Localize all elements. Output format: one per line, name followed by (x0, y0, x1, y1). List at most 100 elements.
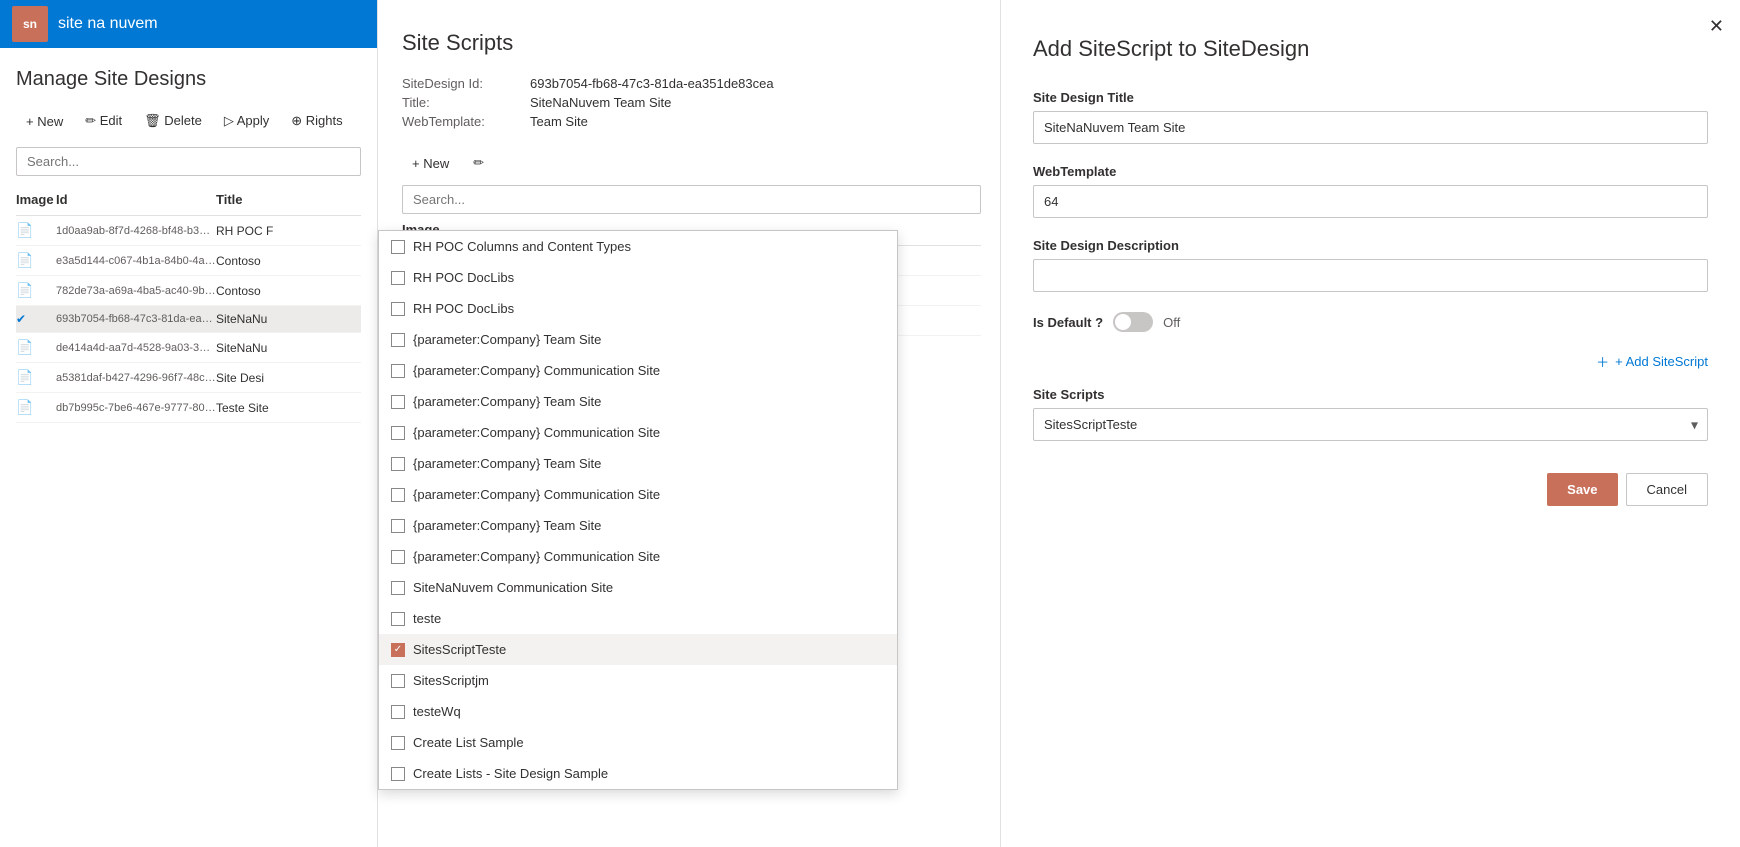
checklist-item-label: RH POC DocLibs (413, 270, 514, 285)
col-id: Id (56, 192, 216, 207)
apply-button[interactable]: ▷ Apply (214, 107, 279, 135)
checkbox (391, 519, 405, 533)
info-label-webtemplate: WebTemplate: (402, 114, 522, 129)
table-row-active[interactable]: ✔ 693b7054-fb68-47c3-81da-ea351d... Site… (16, 306, 361, 333)
info-row-id: SiteDesign Id: 693b7054-fb68-47c3-81da-e… (402, 76, 981, 91)
description-group: Site Design Description (1033, 238, 1708, 292)
checklist-item[interactable]: {parameter:Company} Communication Site (379, 541, 897, 572)
checklist-item-label: {parameter:Company} Communication Site (413, 487, 660, 502)
row-id: db7b995c-7be6-467e-9777-80138... (56, 402, 216, 414)
left-panel: sn site na nuvem Manage Site Designs + N… (0, 0, 378, 847)
row-id: e3a5d144-c067-4b1a-84b0-4a54fe... (56, 255, 216, 267)
table-row[interactable]: 📄 db7b995c-7be6-467e-9777-80138... Teste… (16, 393, 361, 423)
checklist-panel: RH POC Columns and Content Types RH POC D… (378, 230, 898, 790)
table-row[interactable]: 📄 782de73a-a69a-4ba5-ac40-9b4706... Cont… (16, 276, 361, 306)
col-title: Title (216, 192, 361, 207)
toolbar: + New ✏ Edit 🗑 Delete ▷ Apply ⊕ Rights (16, 107, 361, 135)
site-scripts-group: Site Scripts SitesScriptTeste ▾ (1033, 387, 1708, 441)
info-label-title: Title: (402, 95, 522, 110)
webtemplate-input[interactable] (1033, 185, 1708, 218)
toggle-state-label: Off (1163, 315, 1180, 330)
site-name: site na nuvem (58, 15, 158, 33)
info-value-id: 693b7054-fb68-47c3-81da-ea351de83cea (530, 76, 774, 91)
new-button[interactable]: + New (16, 108, 73, 135)
right-panel-title: Add SiteScript to SiteDesign (1033, 36, 1708, 62)
row-title: SiteNaNu (216, 341, 361, 355)
cancel-button[interactable]: Cancel (1626, 473, 1708, 506)
checklist-item[interactable]: SiteNaNuvem Communication Site (379, 572, 897, 603)
row-id: 693b7054-fb68-47c3-81da-ea351d... (56, 313, 216, 325)
checklist-item[interactable]: {parameter:Company} Team Site (379, 324, 897, 355)
webtemplate-group: WebTemplate (1033, 164, 1708, 218)
webtemplate-label: WebTemplate (1033, 164, 1708, 179)
info-value-webtemplate: Team Site (530, 114, 588, 129)
left-content: Manage Site Designs + New ✏ Edit 🗑 Delet… (0, 48, 377, 423)
checklist-item[interactable]: Create Lists - Site Design Sample (379, 758, 897, 789)
checklist-item[interactable]: {parameter:Company} Team Site (379, 448, 897, 479)
row-title: RH POC F (216, 224, 361, 238)
info-label-id: SiteDesign Id: (402, 76, 522, 91)
info-row-webtemplate: WebTemplate: Team Site (402, 114, 981, 129)
checklist-item[interactable]: {parameter:Company} Team Site (379, 386, 897, 417)
checkbox (391, 395, 405, 409)
is-default-toggle[interactable] (1113, 312, 1153, 332)
edit-sitescript-button[interactable]: ✏ (463, 149, 494, 177)
checkbox (391, 364, 405, 378)
new-sitescript-button[interactable]: + New (402, 150, 459, 177)
checklist-item[interactable]: RH POC DocLibs (379, 262, 897, 293)
checklist-item[interactable]: teste (379, 603, 897, 634)
site-design-title-input[interactable] (1033, 111, 1708, 144)
add-sitescript-link[interactable]: ＋ + Add SiteScript (1033, 352, 1708, 371)
page-title: Manage Site Designs (16, 68, 361, 91)
file-icon: 📄 (16, 369, 56, 386)
checklist-item-label: teste (413, 611, 441, 626)
description-label: Site Design Description (1033, 238, 1708, 253)
delete-button[interactable]: 🗑 Delete (134, 107, 212, 135)
mid-search-input[interactable] (402, 185, 981, 214)
form-actions: Save Cancel (1033, 473, 1708, 506)
checklist-item[interactable]: {parameter:Company} Communication Site (379, 417, 897, 448)
checkbox (391, 550, 405, 564)
checklist-item[interactable]: SitesScriptTeste (379, 634, 897, 665)
checkbox (391, 333, 405, 347)
checklist-item-label: Create Lists - Site Design Sample (413, 766, 608, 781)
checklist-item-label: {parameter:Company} Team Site (413, 456, 601, 471)
checklist-item[interactable]: {parameter:Company} Communication Site (379, 479, 897, 510)
checklist-items: RH POC Columns and Content Types RH POC D… (379, 231, 897, 790)
checklist-item[interactable]: Create List Sample (379, 727, 897, 758)
checklist-item-label: SitesScriptjm (413, 673, 489, 688)
rights-button[interactable]: ⊕ Rights (281, 107, 352, 135)
checklist-item[interactable]: RH POC DocLibs (379, 293, 897, 324)
checklist-item[interactable]: {parameter:Company} Team Site (379, 510, 897, 541)
checklist-item[interactable]: testeWq (379, 696, 897, 727)
site-design-title-group: Site Design Title (1033, 90, 1708, 144)
table-row[interactable]: 📄 a5381daf-b427-4296-96f7-48cb70c... Sit… (16, 363, 361, 393)
site-scripts-label: Site Scripts (1033, 387, 1708, 402)
site-info: SiteDesign Id: 693b7054-fb68-47c3-81da-e… (402, 76, 981, 129)
row-title: SiteNaNu (216, 312, 361, 326)
description-input[interactable] (1033, 259, 1708, 292)
table-row[interactable]: 📄 e3a5d144-c067-4b1a-84b0-4a54fe... Cont… (16, 246, 361, 276)
site-design-title-label: Site Design Title (1033, 90, 1708, 105)
save-button[interactable]: Save (1547, 473, 1617, 506)
row-title: Contoso (216, 254, 361, 268)
checklist-item[interactable]: RH POC Columns and Content Types (379, 231, 897, 262)
dropdown-value: SitesScriptTeste (1044, 417, 1137, 432)
table-row[interactable]: 📄 1d0aa9ab-8f7d-4268-bf48-b3b9fc0... RH … (16, 216, 361, 246)
checklist-item-label: {parameter:Company} Team Site (413, 394, 601, 409)
edit-button[interactable]: ✏ Edit (75, 107, 132, 135)
checklist-item-label: RH POC Columns and Content Types (413, 239, 631, 254)
close-button[interactable]: ✕ (1709, 16, 1724, 37)
checklist-item[interactable]: SitesScriptjm (379, 665, 897, 696)
add-icon: ＋ (1596, 352, 1609, 371)
row-id: 1d0aa9ab-8f7d-4268-bf48-b3b9fc0... (56, 225, 216, 237)
checklist-item[interactable]: {parameter:Company} Communication Site (379, 355, 897, 386)
checklist-item[interactable]: Site Script (379, 789, 897, 790)
checkbox (391, 426, 405, 440)
checkbox (391, 488, 405, 502)
row-id: de414a4d-aa7d-4528-9a03-32e90... (56, 342, 216, 354)
site-scripts-dropdown[interactable]: SitesScriptTeste (1033, 408, 1708, 441)
table-row[interactable]: 📄 de414a4d-aa7d-4528-9a03-32e90... SiteN… (16, 333, 361, 363)
is-default-label: Is Default ? (1033, 315, 1103, 330)
search-input[interactable] (16, 147, 361, 176)
